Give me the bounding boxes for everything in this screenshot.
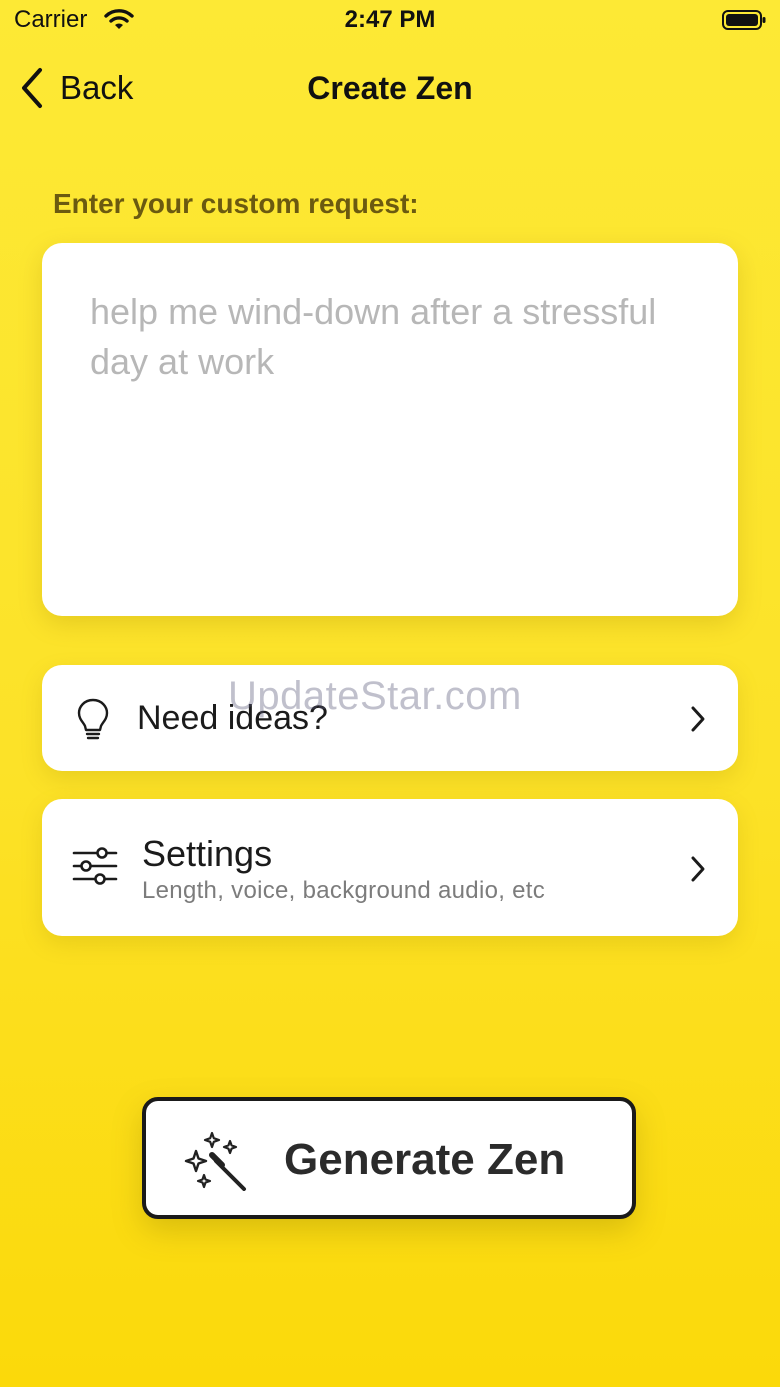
battery-icon	[722, 10, 766, 30]
status-bar: Carrier 2:47 PM	[0, 0, 780, 44]
request-card	[42, 243, 738, 616]
request-label: Enter your custom request:	[53, 188, 419, 219]
custom-request-input[interactable]	[88, 285, 692, 589]
need-ideas-label: Need ideas?	[137, 699, 328, 737]
status-time: 2:47 PM	[344, 6, 436, 33]
chevron-right-icon	[691, 856, 705, 882]
generate-zen-label: Generate Zen	[284, 1135, 566, 1184]
navigation-bar: Back Create Zen	[0, 58, 780, 118]
settings-subtitle: Length, voice, background audio, etc	[142, 877, 546, 904]
chevron-right-icon	[691, 706, 705, 732]
generate-zen-button[interactable]: Generate Zen	[142, 1097, 636, 1219]
lightbulb-icon	[77, 698, 109, 740]
need-ideas-button[interactable]: Need ideas?	[42, 665, 738, 771]
sliders-icon	[72, 847, 118, 885]
settings-button[interactable]: Settings Length, voice, background audio…	[42, 799, 738, 936]
page-title: Create Zen	[307, 70, 473, 106]
magic-wand-icon	[184, 1131, 246, 1191]
settings-label: Settings	[142, 833, 273, 874]
